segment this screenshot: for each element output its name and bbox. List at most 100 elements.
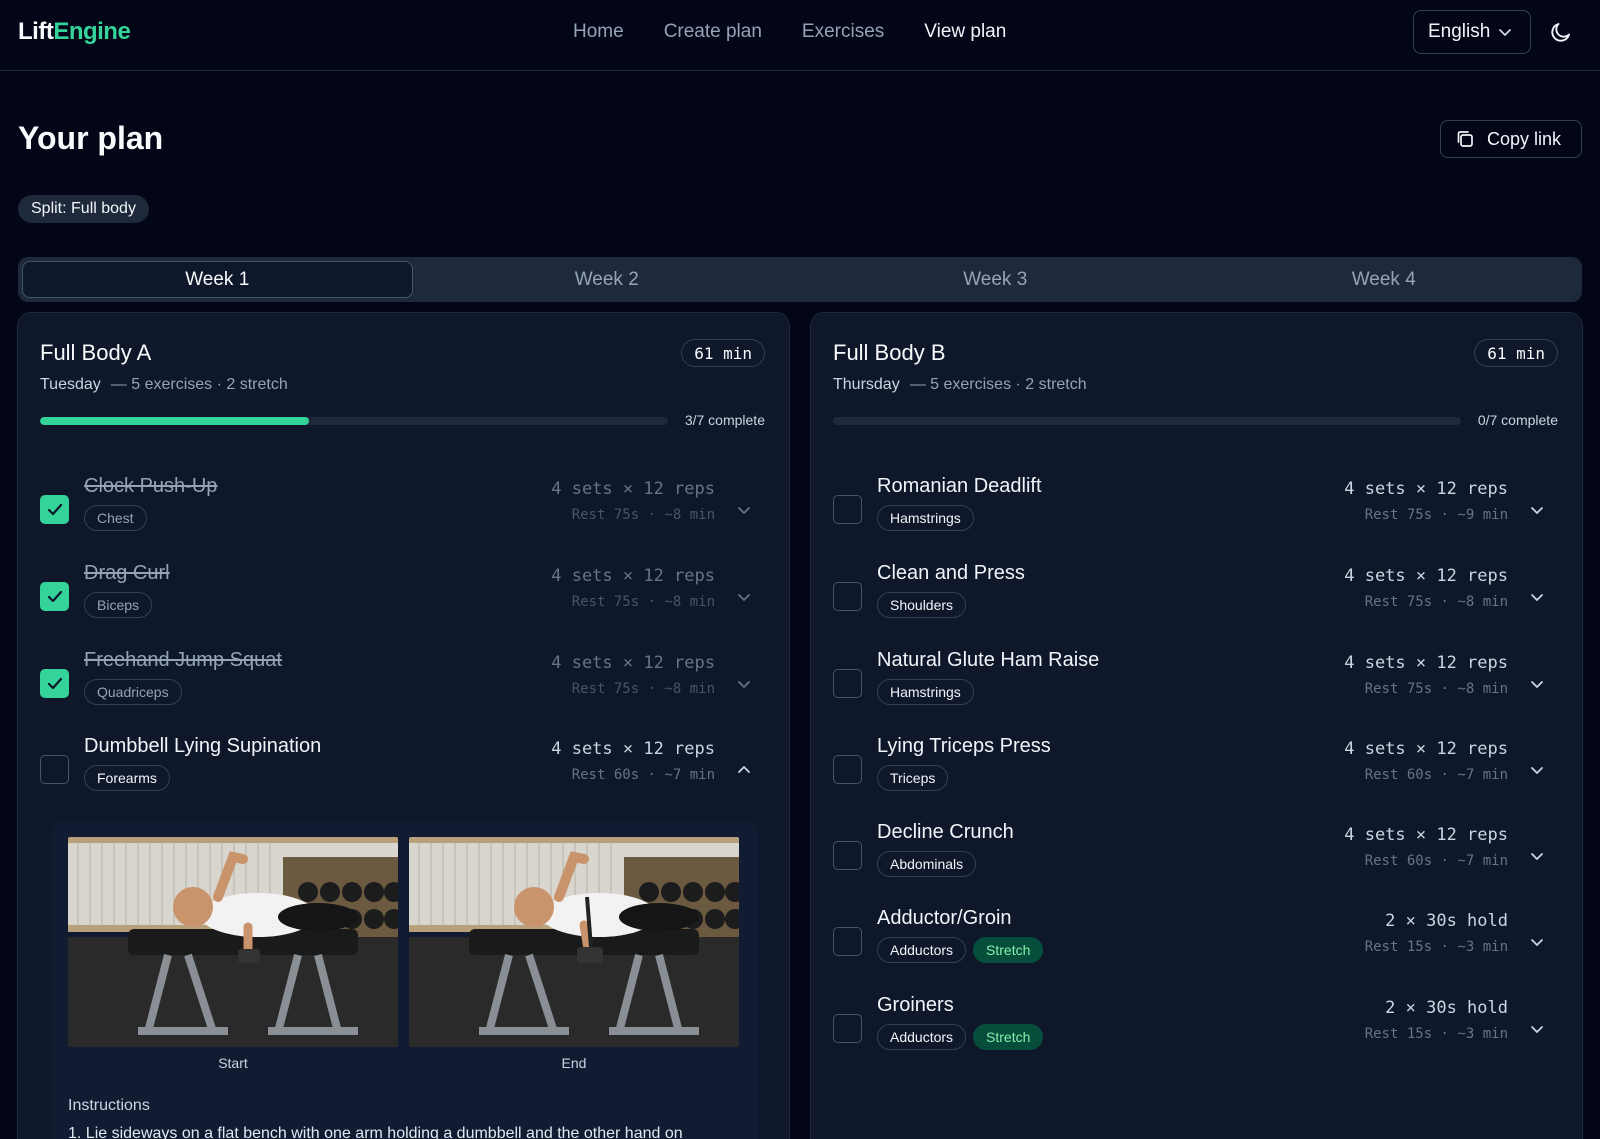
- chevron-down-icon[interactable]: [1530, 503, 1544, 517]
- progress-bar: [40, 417, 668, 425]
- stretch-tag: Stretch: [973, 1024, 1044, 1050]
- exercise-name: Dumbbell Lying Supination: [84, 735, 322, 757]
- exercise-tags: Adductors Stretch: [877, 1024, 1044, 1050]
- language-select[interactable]: English: [1413, 10, 1531, 54]
- exercise-sets: 2 × 30s hold: [1385, 911, 1508, 931]
- exercise-checkbox[interactable]: [40, 669, 69, 698]
- stretch-tag: Stretch: [973, 937, 1044, 963]
- chevron-down-icon[interactable]: [737, 503, 751, 517]
- muscle-tag: Hamstrings: [877, 679, 974, 705]
- exercise-row[interactable]: Romanian Deadlift Hamstrings 4 sets × 12…: [811, 471, 1582, 551]
- exercise-name: Adductor/Groin: [877, 907, 1012, 929]
- exercise-tags: Adductors Stretch: [877, 937, 1044, 963]
- muscle-tag: Quadriceps: [84, 679, 182, 705]
- exercise-checkbox[interactable]: [40, 582, 69, 611]
- exercise-sets: 4 sets × 12 reps: [551, 739, 715, 759]
- tab-week-1[interactable]: Week 1: [22, 261, 413, 298]
- exercise-photo-end: [409, 837, 739, 1047]
- exercise-tags: Quadriceps: [84, 679, 182, 705]
- check-icon: [47, 503, 63, 516]
- exercise-name: Decline Crunch: [877, 821, 1014, 843]
- nav-exercises[interactable]: Exercises: [802, 21, 884, 43]
- top-bar: LiftEngine Home Create plan Exercises Vi…: [0, 0, 1600, 71]
- exercise-row[interactable]: Dumbbell Lying Supination Forearms 4 set…: [18, 731, 789, 811]
- check-icon: [47, 677, 63, 690]
- chevron-down-icon[interactable]: [1530, 849, 1544, 863]
- duration-badge: 61 min: [681, 339, 765, 367]
- exercise-checkbox[interactable]: [833, 1014, 862, 1043]
- exercise-name: Clean and Press: [877, 562, 1025, 584]
- exercise-row[interactable]: Groiners Adductors Stretch 2 × 30s hold R…: [811, 990, 1582, 1070]
- duration-badge: 61 min: [1474, 339, 1558, 367]
- exercise-row[interactable]: Decline Crunch Abdominals 4 sets × 12 re…: [811, 817, 1582, 897]
- exercise-sets: 4 sets × 12 reps: [1344, 739, 1508, 759]
- exercise-checkbox[interactable]: [833, 495, 862, 524]
- exercise-rest: Rest 60s · ~7 min: [571, 767, 715, 783]
- exercise-checkbox[interactable]: [833, 841, 862, 870]
- exercise-tags: Hamstrings: [877, 505, 974, 531]
- day-card-full-body-a: Full Body A Tuesday — 5 exercises · 2 str…: [17, 312, 790, 1139]
- page-title: Your plan: [18, 120, 164, 156]
- instructions-title: Instructions: [68, 1097, 150, 1114]
- exercise-rest: Rest 75s · ~8 min: [571, 681, 715, 697]
- day-name: Thursday: [833, 376, 900, 393]
- exercise-row[interactable]: Adductor/Groin Adductors Stretch 2 × 30s …: [811, 903, 1582, 983]
- chevron-down-icon[interactable]: [737, 590, 751, 604]
- progress-bar: [833, 417, 1461, 425]
- exercise-detail-panel: Start End Instructions 1. Lie sideways o…: [52, 821, 758, 1139]
- exercise-rest: Rest 75s · ~8 min: [1364, 681, 1508, 697]
- chevron-down-icon[interactable]: [737, 677, 751, 691]
- muscle-tag: Forearms: [84, 765, 170, 791]
- muscle-tag: Biceps: [84, 592, 153, 618]
- day-summary: — 5 exercises · 2 stretch: [909, 376, 1087, 393]
- exercise-sets: 4 sets × 12 reps: [1344, 825, 1508, 845]
- exercise-checkbox[interactable]: [833, 927, 862, 956]
- moon-icon[interactable]: [1549, 20, 1573, 44]
- exercise-sets: 4 sets × 12 reps: [1344, 566, 1508, 586]
- chevron-down-icon[interactable]: [1530, 677, 1544, 691]
- exercise-rest: Rest 60s · ~7 min: [1364, 767, 1508, 783]
- exercise-row[interactable]: Clock Push-Up Chest 4 sets × 12 reps Res…: [18, 471, 789, 551]
- tab-week-3[interactable]: Week 3: [801, 261, 1190, 298]
- exercise-name: Romanian Deadlift: [877, 475, 1042, 497]
- exercise-checkbox[interactable]: [833, 582, 862, 611]
- exercise-rest: Rest 15s · ~3 min: [1364, 1026, 1508, 1042]
- nav-create-plan[interactable]: Create plan: [664, 21, 762, 43]
- exercise-tags: Shoulders: [877, 592, 967, 618]
- exercise-checkbox[interactable]: [40, 495, 69, 524]
- muscle-tag: Chest: [84, 505, 147, 531]
- exercise-rest: Rest 15s · ~3 min: [1364, 939, 1508, 955]
- week-tabs: Week 1 Week 2 Week 3 Week 4: [18, 257, 1582, 302]
- exercise-checkbox[interactable]: [833, 755, 862, 784]
- chevron-down-icon[interactable]: [1530, 763, 1544, 777]
- exercise-rest: Rest 60s · ~7 min: [1364, 853, 1508, 869]
- exercise-row[interactable]: Lying Triceps Press Triceps 4 sets × 12 …: [811, 731, 1582, 811]
- chevron-down-icon[interactable]: [1530, 590, 1544, 604]
- muscle-tag: Hamstrings: [877, 505, 974, 531]
- chevron-up-icon[interactable]: [737, 763, 751, 777]
- chevron-down-icon[interactable]: [1530, 1022, 1544, 1036]
- exercise-rest: Rest 75s · ~9 min: [1364, 507, 1508, 523]
- exercise-rest: Rest 75s · ~8 min: [571, 507, 715, 523]
- exercise-name: Drag Curl: [84, 562, 170, 584]
- exercise-checkbox[interactable]: [40, 755, 69, 784]
- exercise-checkbox[interactable]: [833, 669, 862, 698]
- day-summary: — 5 exercises · 2 stretch: [110, 376, 288, 393]
- exercise-name: Lying Triceps Press: [877, 735, 1051, 757]
- copy-link-button[interactable]: Copy link: [1440, 120, 1582, 158]
- nav-view-plan[interactable]: View plan: [924, 21, 1006, 43]
- tab-week-2[interactable]: Week 2: [413, 261, 802, 298]
- nav-home[interactable]: Home: [573, 21, 624, 43]
- exercise-tags: Biceps: [84, 592, 153, 618]
- tab-week-4[interactable]: Week 4: [1190, 261, 1579, 298]
- exercise-row[interactable]: Natural Glute Ham Raise Hamstrings 4 set…: [811, 645, 1582, 725]
- day-title: Full Body B: [833, 340, 946, 365]
- exercise-row[interactable]: Freehand Jump Squat Quadriceps 4 sets × …: [18, 645, 789, 725]
- main-nav: Home Create plan Exercises View plan: [573, 21, 1006, 43]
- split-badge: Split: Full body: [18, 195, 149, 223]
- exercise-row[interactable]: Drag Curl Biceps 4 sets × 12 reps Rest 7…: [18, 558, 789, 638]
- logo[interactable]: LiftEngine: [18, 18, 131, 46]
- exercise-row[interactable]: Clean and Press Shoulders 4 sets × 12 re…: [811, 558, 1582, 638]
- exercise-tags: Hamstrings: [877, 679, 974, 705]
- chevron-down-icon[interactable]: [1530, 935, 1544, 949]
